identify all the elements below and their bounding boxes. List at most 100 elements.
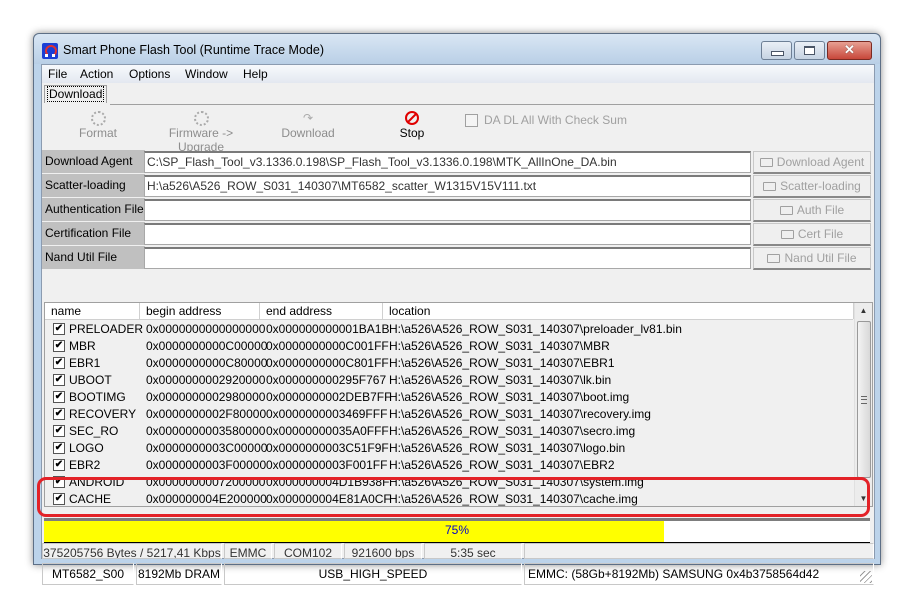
scatter-loading-button[interactable]: Scatter-loading	[753, 175, 871, 198]
certification-label: Certification File	[42, 222, 145, 245]
partition-name: EBR1	[69, 356, 101, 370]
column-name[interactable]: name	[45, 303, 140, 319]
redo-icon: ↷	[302, 111, 314, 125]
table-row[interactable]: ✔ UBOOT 0x0000000002920000 0x000000000295F7…	[45, 372, 853, 389]
authentication-label: Authentication File	[42, 198, 145, 221]
menu-action[interactable]: Action	[80, 67, 113, 81]
format-button[interactable]: Format	[68, 110, 128, 140]
close-icon: ✕	[844, 42, 855, 57]
partition-location: H:\a526\A526_ROW_S031_140307\boot.img	[389, 390, 630, 404]
nand-util-row: Nand Util File Nand Util File	[42, 246, 874, 270]
partition-name: RECOVERY	[69, 407, 137, 421]
row-checkbox[interactable]: ✔	[53, 357, 65, 369]
row-checkbox[interactable]: ✔	[53, 425, 65, 437]
table-row[interactable]: ✔ PRELOADER 0x0000000000000000 0x0000000000…	[45, 321, 853, 338]
row-checkbox[interactable]: ✔	[53, 391, 65, 403]
table-row[interactable]: ✔ EBR2 0x0000000003F00000 0x0000000003F001F…	[45, 457, 853, 474]
maximize-button[interactable]	[794, 41, 825, 60]
download-agent-field[interactable]: C:\SP_Flash_Tool_v3.1336.0.198\SP_Flash_…	[144, 151, 751, 173]
partition-name: SEC_RO	[69, 424, 119, 438]
row-checkbox[interactable]: ✔	[53, 408, 65, 420]
close-button[interactable]: ✕	[827, 41, 872, 60]
status-storage-type: EMMC	[224, 543, 272, 559]
partition-location: H:\a526\A526_ROW_S031_140307\EBR2	[389, 458, 615, 472]
table-row[interactable]: ✔ SEC_RO 0x0000000003580000 0x00000000035A0…	[45, 423, 853, 440]
nand-util-field[interactable]	[144, 247, 751, 269]
app-logo-icon	[42, 43, 58, 59]
tab-download[interactable]: Download	[44, 85, 108, 103]
toolbar: Format Firmware -> Upgrade ↷ Download St…	[42, 106, 874, 154]
menu-options[interactable]: Options	[129, 67, 170, 81]
partition-location: H:\a526\A526_ROW_S031_140307\secro.img	[389, 424, 636, 438]
column-end-address[interactable]: end address	[260, 303, 383, 319]
end-address: 0x000000000001BA1B	[266, 322, 390, 336]
folder-icon	[767, 254, 781, 263]
folder-icon	[763, 182, 777, 191]
folder-icon	[779, 206, 793, 215]
menu-help[interactable]: Help	[243, 67, 268, 81]
end-address: 0x000000000295F767	[266, 373, 387, 387]
scroll-up-icon[interactable]: ▲	[855, 303, 872, 318]
auth-file-button[interactable]: Auth File	[753, 199, 871, 222]
column-location[interactable]: location	[383, 303, 854, 319]
menu-window[interactable]: Window	[185, 67, 228, 81]
folder-icon	[759, 158, 773, 167]
status-port: COM102	[274, 543, 342, 559]
row-checkbox[interactable]: ✔	[53, 323, 65, 335]
resize-grip-icon[interactable]	[860, 571, 872, 583]
table-row[interactable]: ✔ MBR 0x0000000000C00000 0x0000000000C001FF…	[45, 338, 853, 355]
table-row[interactable]: ✔ RECOVERY 0x0000000002F80000 0x00000000034…	[45, 406, 853, 423]
checksum-checkbox[interactable]: DA DL All With Check Sum	[465, 113, 627, 127]
row-checkbox[interactable]: ✔	[53, 340, 65, 352]
download-agent-row: Download Agent C:\SP_Flash_Tool_v3.1336.…	[42, 150, 874, 174]
row-checkbox[interactable]: ✔	[53, 442, 65, 454]
row-checkbox[interactable]: ✔	[53, 374, 65, 386]
status-time: 5:35 sec	[424, 543, 522, 559]
scatter-loading-field[interactable]: H:\a526\A526_ROW_S031_140307\MT6582_scat…	[144, 175, 751, 197]
minimize-button[interactable]	[761, 41, 792, 60]
firmware-upgrade-button[interactable]: Firmware -> Upgrade	[146, 110, 256, 154]
authentication-field[interactable]	[144, 199, 751, 221]
table-row[interactable]: ✔ ANDROID 0x0000000007200000 0x000000004D1B…	[45, 474, 853, 491]
table-row[interactable]: ✔ LOGO 0x0000000003C00000 0x0000000003C51F9…	[45, 440, 853, 457]
window-title: Smart Phone Flash Tool (Runtime Trace Mo…	[63, 43, 324, 57]
download-agent-button[interactable]: Download Agent	[753, 151, 871, 174]
transfer-status-bar: 375205756 Bytes / 5217,41 Kbps EMMC COM1…	[42, 543, 874, 559]
partition-location: H:\a526\A526_ROW_S031_140307\preloader_l…	[389, 322, 682, 336]
partition-location: H:\a526\A526_ROW_S031_140307\recovery.im…	[389, 407, 651, 421]
partition-location: H:\a526\A526_ROW_S031_140307\logo.bin	[389, 441, 626, 455]
cert-file-button[interactable]: Cert File	[753, 223, 871, 246]
column-begin-address[interactable]: begin address	[140, 303, 260, 319]
table-row[interactable]: ✔ EBR1 0x0000000000C80000 0x0000000000C801F…	[45, 355, 853, 372]
partition-name: CACHE	[69, 492, 112, 506]
begin-address: 0x0000000000C00000	[146, 339, 268, 353]
menu-file[interactable]: File	[48, 67, 67, 81]
stop-button[interactable]: Stop	[392, 110, 432, 140]
download-button[interactable]: ↷ Download	[276, 110, 340, 140]
certification-field[interactable]	[144, 223, 751, 245]
end-address: 0x000000004D1B938F	[266, 475, 390, 489]
begin-address: 0x0000000000C80000	[146, 356, 268, 370]
partition-name: BOOTIMG	[69, 390, 126, 404]
title-bar[interactable]: Smart Phone Flash Tool (Runtime Trace Mo…	[34, 34, 880, 64]
menu-bar: File Action Options Window Help	[42, 65, 874, 83]
end-address: 0x0000000003F001FF	[266, 458, 388, 472]
row-checkbox[interactable]: ✔	[53, 459, 65, 471]
row-checkbox[interactable]: ✔	[53, 476, 65, 488]
checkbox-box	[465, 113, 478, 127]
partition-name: UBOOT	[69, 373, 112, 387]
nand-util-button[interactable]: Nand Util File	[753, 247, 871, 270]
end-address: 0x0000000000C801FF	[266, 356, 389, 370]
begin-address: 0x0000000003F00000	[146, 458, 267, 472]
table-row[interactable]: ✔ BOOTIMG 0x0000000002980000 0x0000000002DE…	[45, 389, 853, 406]
scroll-thumb[interactable]	[857, 321, 871, 478]
row-checkbox[interactable]: ✔	[53, 493, 65, 505]
status-chip: MT6582_S00	[42, 563, 134, 585]
table-scrollbar[interactable]: ▲ ▼	[854, 303, 872, 506]
folder-icon	[780, 230, 794, 239]
begin-address: 0x0000000007200000	[146, 475, 266, 489]
status-emmc-info: EMMC: (58Gb+8192Mb) SAMSUNG 0x4b3758564d…	[524, 563, 874, 585]
scroll-down-icon[interactable]: ▼	[855, 491, 872, 506]
table-row[interactable]: ✔ CACHE 0x000000004E200000 0x000000004E81A0…	[45, 491, 853, 506]
begin-address: 0x0000000002920000	[146, 373, 266, 387]
